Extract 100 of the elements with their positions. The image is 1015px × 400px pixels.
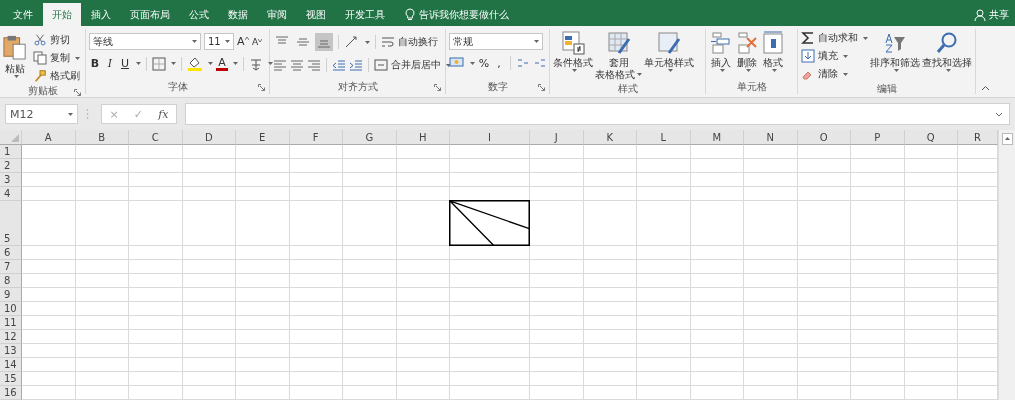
- grid-cell[interactable]: [396, 145, 450, 159]
- grid-cell[interactable]: [904, 246, 958, 260]
- column-header[interactable]: J: [530, 130, 584, 145]
- grid-cell[interactable]: [396, 260, 450, 274]
- row-header[interactable]: 9: [0, 288, 22, 302]
- grid-cell[interactable]: [75, 246, 129, 260]
- row-header[interactable]: 4: [0, 187, 22, 201]
- grid-cell[interactable]: [904, 316, 958, 330]
- row-header[interactable]: 2: [0, 159, 22, 173]
- grid-cell[interactable]: [343, 173, 397, 187]
- grid-cell[interactable]: [851, 246, 905, 260]
- row-header[interactable]: 6: [0, 246, 22, 260]
- grid-cell[interactable]: [583, 159, 637, 173]
- phonetic-guide-icon[interactable]: [249, 56, 263, 71]
- grid-cell[interactable]: [744, 302, 798, 316]
- grid-cell[interactable]: [129, 372, 183, 386]
- grid-cell[interactable]: [797, 386, 851, 400]
- grid-cell[interactable]: [797, 274, 851, 288]
- grid-cell[interactable]: [22, 201, 76, 246]
- grid-cell[interactable]: [22, 344, 76, 358]
- grid-cell[interactable]: [637, 302, 691, 316]
- grid-cell[interactable]: [637, 386, 691, 400]
- ribbon-tab[interactable]: 视图: [297, 3, 335, 26]
- grid-cell[interactable]: [343, 145, 397, 159]
- row-header[interactable]: 5: [0, 201, 22, 246]
- grid-cell[interactable]: [744, 386, 798, 400]
- grid-cell[interactable]: [396, 288, 450, 302]
- grid-cell[interactable]: [637, 344, 691, 358]
- fill-button[interactable]: 填充: [801, 48, 868, 64]
- grid-cell[interactable]: [396, 358, 450, 372]
- grid-cell[interactable]: [583, 246, 637, 260]
- grid-cell[interactable]: [797, 187, 851, 201]
- grid-cell[interactable]: [583, 145, 637, 159]
- grid-cell[interactable]: [129, 344, 183, 358]
- grid-cell[interactable]: [396, 173, 450, 187]
- name-box[interactable]: M12: [5, 104, 78, 124]
- insert-function-button[interactable]: fx: [158, 107, 169, 121]
- copy-button[interactable]: 复制: [33, 50, 80, 66]
- ribbon-tab[interactable]: 插入: [82, 3, 120, 26]
- decrease-decimal-icon[interactable]: [533, 56, 547, 70]
- grid-cell[interactable]: [129, 316, 183, 330]
- grid-cell[interactable]: [851, 288, 905, 302]
- column-header[interactable]: A: [22, 130, 76, 145]
- align-center-icon[interactable]: [290, 58, 304, 72]
- accounting-format-icon[interactable]: [449, 56, 465, 70]
- grid-cell[interactable]: [450, 288, 530, 302]
- increase-decimal-icon[interactable]: [516, 56, 530, 70]
- column-header[interactable]: B: [75, 130, 129, 145]
- grid-cell[interactable]: [904, 330, 958, 344]
- column-header[interactable]: Q: [904, 130, 958, 145]
- grid-cell[interactable]: [851, 302, 905, 316]
- grid-cell[interactable]: [797, 159, 851, 173]
- column-header[interactable]: I: [450, 130, 530, 145]
- grid-cell[interactable]: [236, 201, 290, 246]
- sum-button[interactable]: 自动求和: [801, 30, 868, 46]
- column-header[interactable]: N: [744, 130, 798, 145]
- grid-cell[interactable]: [236, 358, 290, 372]
- grid-cell[interactable]: [129, 159, 183, 173]
- grid-cell[interactable]: [75, 159, 129, 173]
- grid-cell[interactable]: [583, 288, 637, 302]
- grid-cell[interactable]: [129, 187, 183, 201]
- delete-cells-button[interactable]: 删除: [735, 30, 759, 75]
- grid-cell[interactable]: [450, 246, 530, 260]
- grid-cell[interactable]: [343, 201, 397, 246]
- grid-cell[interactable]: [530, 246, 584, 260]
- grid-cell[interactable]: [530, 145, 584, 159]
- grid-cell[interactable]: [797, 201, 851, 246]
- grid-cell[interactable]: [22, 246, 76, 260]
- grid-cell[interactable]: [343, 344, 397, 358]
- grid-cell[interactable]: [904, 159, 958, 173]
- comma-style-button[interactable]: ,: [493, 56, 505, 70]
- grid-cell[interactable]: [904, 274, 958, 288]
- grid-cell[interactable]: [530, 173, 584, 187]
- vertical-scrollbar[interactable]: [998, 130, 1015, 400]
- grid-cell[interactable]: [530, 372, 584, 386]
- grid-cell[interactable]: [851, 358, 905, 372]
- grid-cell[interactable]: [289, 302, 343, 316]
- grid-cell[interactable]: [450, 344, 530, 358]
- fill-color-icon[interactable]: [187, 56, 203, 71]
- grid-cell[interactable]: [343, 260, 397, 274]
- grid-cell[interactable]: [583, 173, 637, 187]
- grid-cell[interactable]: [851, 159, 905, 173]
- grid-cell[interactable]: [637, 330, 691, 344]
- grid-cell[interactable]: [797, 302, 851, 316]
- ribbon-tab[interactable]: 页面布局: [121, 3, 179, 26]
- grid-cell[interactable]: [851, 330, 905, 344]
- grid-cell[interactable]: [690, 201, 744, 246]
- grid-cell[interactable]: [182, 145, 236, 159]
- align-left-icon[interactable]: [273, 58, 287, 72]
- grid-cell[interactable]: [75, 145, 129, 159]
- format-cells-button[interactable]: 格式: [761, 30, 785, 75]
- grid-cell[interactable]: [343, 330, 397, 344]
- grid-cell[interactable]: [797, 260, 851, 274]
- font-color-button[interactable]: A: [216, 56, 228, 71]
- grid-cell[interactable]: [343, 246, 397, 260]
- grid-cell[interactable]: [530, 386, 584, 400]
- grid-cell[interactable]: [530, 302, 584, 316]
- ribbon-tab[interactable]: 开始: [43, 3, 81, 26]
- grid-cell[interactable]: [75, 372, 129, 386]
- grid-cell[interactable]: [450, 330, 530, 344]
